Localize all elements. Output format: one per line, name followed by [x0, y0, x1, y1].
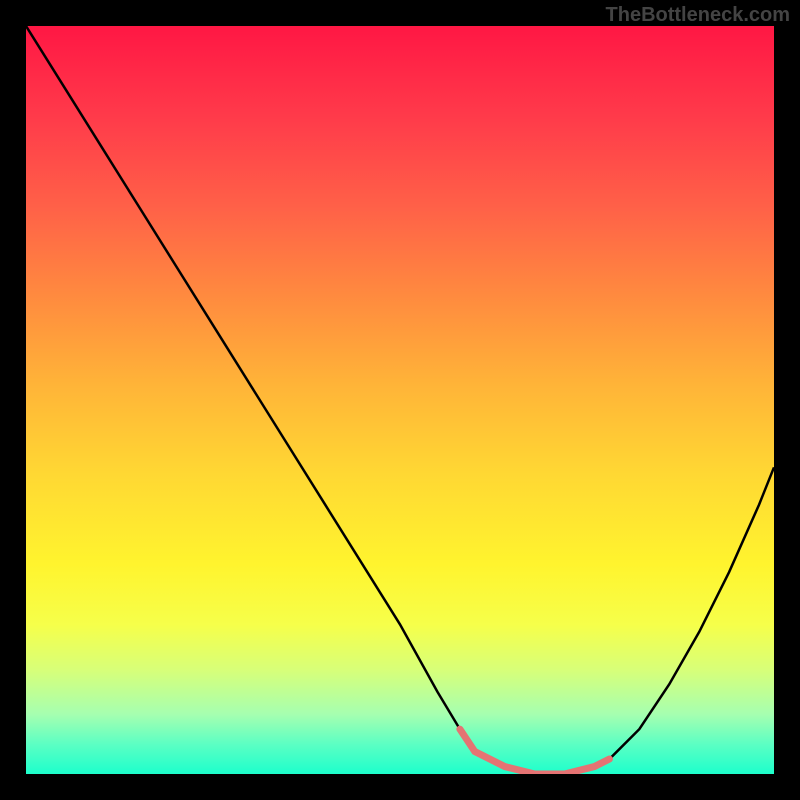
- plot-area: [26, 26, 774, 774]
- watermark-text: TheBottleneck.com: [606, 4, 790, 27]
- chart-container: TheBottleneck.com: [0, 0, 800, 800]
- highlight-segment: [460, 729, 610, 774]
- curve-svg: [26, 26, 774, 774]
- bottleneck-curve: [26, 26, 774, 774]
